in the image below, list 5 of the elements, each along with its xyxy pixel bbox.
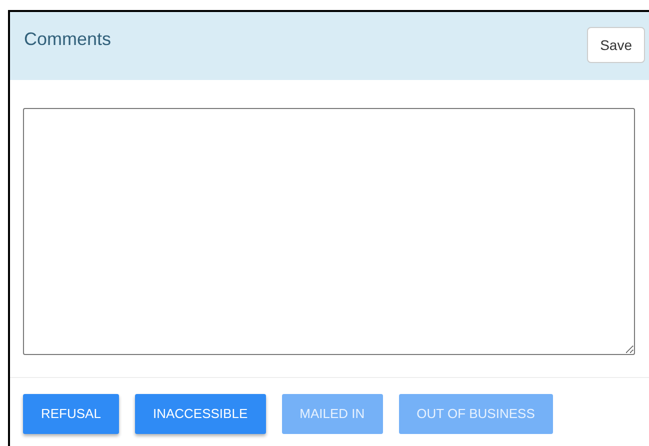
action-button[interactable]: REFUSAL — [23, 394, 119, 434]
comment-field[interactable] — [23, 108, 635, 355]
action-button[interactable]: INACCESSIBLE — [134, 394, 266, 434]
panel-title: Comments — [24, 28, 112, 50]
save-button[interactable]: Save — [587, 27, 645, 63]
